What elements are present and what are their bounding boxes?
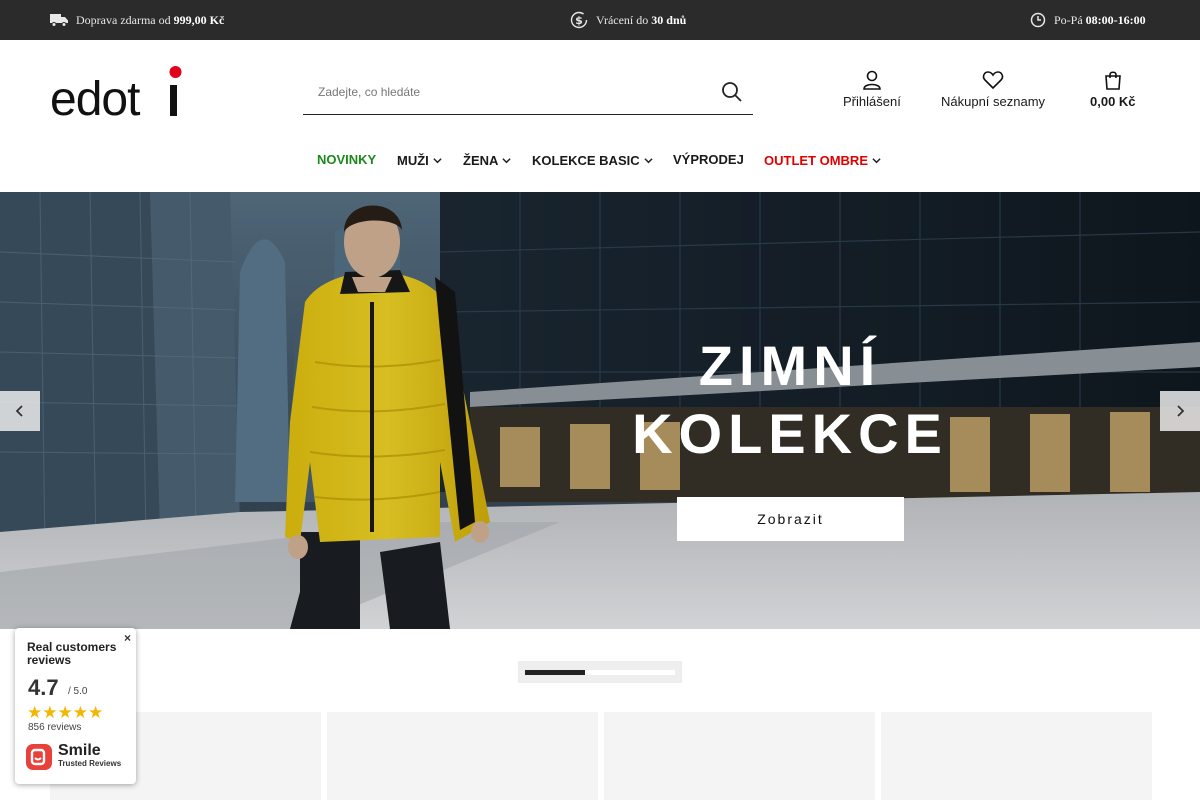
search-button[interactable] — [721, 81, 745, 105]
nav-label: OUTLET OMBRE — [764, 153, 868, 168]
site-logo[interactable]: edot — [50, 64, 190, 126]
chevron-down-icon — [644, 158, 653, 164]
nav-item-muzi[interactable]: MUŽI — [397, 153, 442, 168]
product-card[interactable] — [327, 712, 598, 800]
cart-total: 0,00 Kč — [1090, 94, 1136, 109]
slider-progress-track — [525, 670, 675, 675]
slider-prev-button[interactable] — [0, 391, 40, 431]
review-count: 856 reviews — [28, 722, 82, 733]
hero-banner: ZIMNÍ KOLEKCE Zobrazit — [0, 192, 1200, 629]
hero-cta-button[interactable]: Zobrazit — [677, 497, 904, 541]
hours-text: Po-Pá 08:00-16:00 — [1054, 12, 1146, 27]
nav-item-kolekce-basic[interactable]: KOLEKCE BASIC — [532, 153, 653, 168]
reviews-widget[interactable]: × Real customers reviews 4.7 / 5.0 ★★★★★… — [15, 628, 136, 784]
search-input[interactable] — [303, 70, 703, 114]
nav-label: KOLEKCE BASIC — [532, 153, 640, 168]
slider-progress[interactable] — [518, 661, 682, 683]
chevron-down-icon — [433, 158, 442, 164]
star-rating-icon: ★★★★★ — [27, 703, 104, 722]
wishlist-label: Nákupní seznamy — [941, 94, 1046, 109]
login-label: Přihlášení — [843, 94, 901, 109]
search-bar — [303, 70, 753, 115]
nav-item-outlet-ombre[interactable]: OUTLET OMBRE — [764, 153, 881, 168]
hero-headline-line2: KOLEKCE — [632, 402, 948, 465]
smile-brand: Smile — [58, 742, 101, 759]
nav-item-zena[interactable]: ŽENA — [463, 153, 511, 168]
top-info-bar: Doprava zdarma od 999,00 Kč $ Vrácení do… — [0, 0, 1200, 40]
svg-text:$: $ — [575, 14, 583, 27]
product-card[interactable] — [881, 712, 1152, 800]
reviews-title: Real customers reviews — [27, 640, 117, 667]
rating-scale: / 5.0 — [68, 686, 88, 697]
logo-image: edot — [50, 66, 182, 126]
shipping-text: Doprava zdarma od 999,00 Kč — [76, 12, 225, 27]
smile-brand-subtitle: Trusted Reviews — [58, 759, 122, 768]
heart-icon — [982, 71, 1004, 90]
wishlist-link[interactable]: Nákupní seznamy — [941, 70, 1045, 109]
user-icon — [863, 70, 881, 90]
clock-icon — [1030, 12, 1046, 28]
returns-info: $ Vrácení do 30 dnů — [570, 0, 686, 40]
search-icon — [722, 82, 742, 102]
nav-item-novinky[interactable]: NOVINKY — [317, 152, 376, 167]
product-card[interactable] — [604, 712, 875, 800]
nav-item-vyprodej[interactable]: VÝPRODEJ — [673, 152, 744, 167]
slider-next-button[interactable] — [1160, 391, 1200, 431]
rating-score: 4.7 — [28, 675, 59, 700]
slider-progress-fill — [525, 670, 585, 675]
chevron-left-icon — [15, 405, 23, 417]
nav-label: ŽENA — [463, 153, 499, 168]
cart-link[interactable]: 0,00 Kč — [1090, 70, 1136, 109]
chevron-down-icon — [872, 158, 881, 164]
svg-text:edot: edot — [50, 73, 140, 120]
chevron-down-icon — [502, 158, 511, 164]
main-navigation: NOVINKY MUŽI ŽENA KOLEKCE BASIC VÝPRODEJ… — [0, 140, 1200, 180]
truck-icon — [50, 14, 68, 27]
hours-info: Po-Pá 08:00-16:00 — [1030, 0, 1146, 40]
shipping-info: Doprava zdarma od 999,00 Kč — [50, 0, 224, 40]
shopping-bag-icon — [1104, 71, 1121, 90]
hero-headline-line1: ZIMNÍ — [698, 334, 882, 397]
login-link[interactable]: Přihlášení — [843, 70, 901, 109]
returns-text: Vrácení do 30 dnů — [596, 12, 687, 27]
nav-label: VÝPRODEJ — [673, 152, 744, 167]
chevron-right-icon — [1177, 405, 1185, 417]
smile-logo-icon — [26, 744, 52, 770]
money-return-icon: $ — [570, 11, 588, 29]
nav-label: NOVINKY — [317, 152, 377, 167]
nav-label: MUŽI — [397, 153, 429, 168]
